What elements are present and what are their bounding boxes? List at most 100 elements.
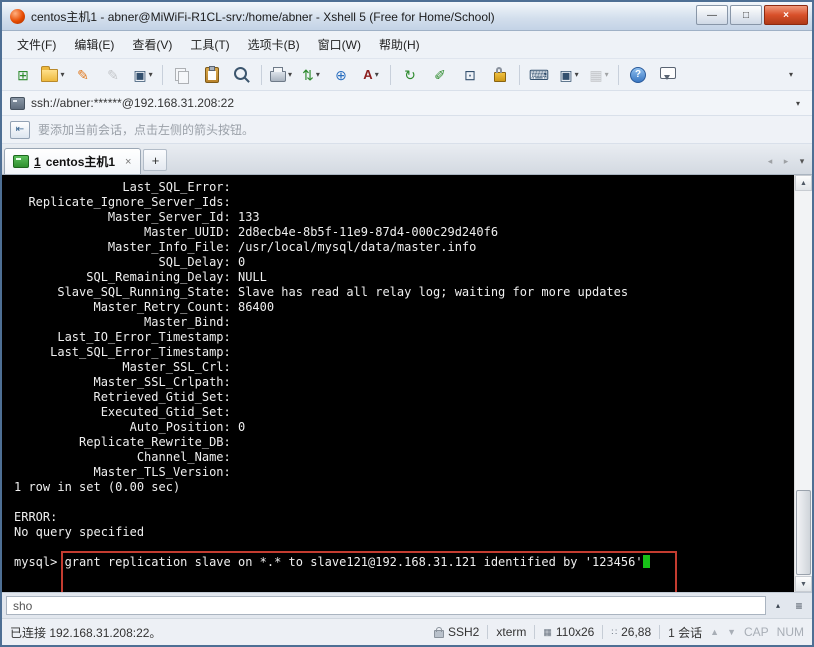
terminal-size-label: 110x26 — [555, 625, 595, 639]
new-session-button[interactable]: ⊞ — [8, 63, 38, 87]
cursor-position-indicator: ∷ 26,88 — [611, 625, 651, 639]
toolbar-separator — [162, 64, 163, 85]
compose-button[interactable]: ✐ — [425, 63, 455, 87]
hamburger-icon: ≡ — [795, 598, 803, 613]
maximize-icon: □ — [742, 9, 750, 21]
terminal-size-indicator: ▦ 110x26 — [543, 625, 594, 639]
find-button[interactable] — [227, 63, 257, 87]
scrollbar-thumb[interactable] — [796, 490, 811, 575]
menu-item-tools[interactable]: 工具(T) — [181, 32, 238, 57]
speech-bubble-icon — [660, 67, 676, 80]
scrollbar-track[interactable] — [795, 191, 812, 576]
window-title: centos主机1 - abner@MiWiFi-R1CL-srv:/home/… — [31, 9, 495, 24]
close-button[interactable]: × — [764, 5, 808, 25]
protocol-label: SSH2 — [448, 625, 480, 639]
new-tab-button[interactable]: + — [143, 149, 168, 171]
chevron-down-icon: ▾ — [604, 69, 609, 79]
keyboard-icon: ⌨ — [528, 66, 550, 83]
tab-scroll-right-button[interactable]: ▸ — [778, 151, 794, 171]
chevron-down-icon: ▾ — [315, 69, 320, 79]
menu-item-edit[interactable]: 编辑(E) — [65, 32, 123, 57]
scrollbar-up-button[interactable]: ▲ — [795, 175, 812, 191]
virtual-keyboard-button[interactable]: ⌨ — [524, 63, 554, 87]
fullscreen-icon: ⊡ — [464, 66, 476, 83]
quickbar-expand-button[interactable]: ▴ — [769, 596, 787, 615]
session-down-button[interactable]: ▼ — [727, 627, 736, 637]
connection-status: 已连接 192.168.31.208:22。 — [10, 625, 162, 640]
add-session-arrow-button[interactable]: ⇤ — [10, 120, 30, 139]
mysql-prompt: mysql> — [14, 555, 65, 569]
terminal[interactable]: Last_SQL_Error: Replicate_Ignore_Server_… — [2, 175, 812, 592]
tile-windows-icon: ▦ — [589, 66, 603, 83]
tab-scroll-left-button[interactable]: ◂ — [762, 151, 778, 171]
scroll-down-icon: ▼ — [800, 580, 807, 588]
web-browser-button[interactable]: ⊕ — [326, 63, 356, 87]
chevron-down-icon: ▾ — [148, 69, 153, 79]
session-icon — [10, 96, 25, 110]
terminal-cursor — [642, 555, 650, 568]
tab-centos-host1[interactable]: 1 centos主机1 × — [4, 148, 142, 174]
toolbar-separator — [261, 64, 262, 85]
session-properties-button[interactable]: ✎ — [68, 63, 98, 87]
tab-bar: 1 centos主机1 × + ◂ ▸ ▾ — [2, 144, 812, 175]
new-window-button[interactable]: ▣ ▾ — [554, 63, 584, 87]
tab-index: 1 — [34, 154, 41, 169]
printer-icon — [269, 67, 286, 82]
quickbar-menu-button[interactable]: ≡ — [790, 596, 808, 615]
font-button[interactable]: A ▾ — [356, 63, 386, 87]
chevron-down-icon: ▾ — [788, 69, 793, 79]
edit-button[interactable]: ✎ — [98, 63, 128, 87]
toolbar-separator — [519, 64, 520, 85]
reconnect-button[interactable]: ↻ — [395, 63, 425, 87]
status-bar-right: SSH2 xterm ▦ 110x26 ∷ 26,88 1 会话 ▲ ▼ CAP N… — [434, 624, 804, 641]
close-icon: × — [783, 9, 789, 21]
status-separator — [659, 625, 661, 639]
terminal-scrollbar[interactable]: ▲ ▼ — [794, 175, 812, 592]
menu-item-help[interactable]: 帮助(H) — [370, 32, 429, 57]
scrollbar-down-button[interactable]: ▼ — [795, 576, 812, 592]
new-window-icon: ▣ — [559, 66, 573, 83]
toolbar-overflow-button[interactable]: ▾ — [776, 63, 806, 87]
menu-bar: 文件(F) 编辑(E) 查看(V) 工具(T) 选项卡(B) 窗口(W) 帮助(… — [2, 31, 812, 59]
transfer-icon: ⇅ — [302, 66, 314, 83]
arrow-left-icon: ⇤ — [15, 124, 25, 135]
menu-item-tab[interactable]: 选项卡(B) — [239, 32, 309, 57]
menu-item-file[interactable]: 文件(F) — [8, 32, 65, 57]
address-dropdown-button[interactable]: ▾ — [792, 99, 804, 108]
paste-button[interactable] — [197, 63, 227, 87]
info-message: 要添加当前会话，点击左侧的箭头按钮。 — [38, 123, 255, 137]
terminal-output: Last_SQL_Error: Replicate_Ignore_Server_… — [14, 180, 629, 539]
terminal-type-label: xterm — [496, 625, 527, 639]
tile-windows-button[interactable]: ▦ ▾ — [584, 63, 614, 87]
arrow-up-icon: ▲ — [710, 627, 720, 637]
terminal-tab-icon — [13, 155, 29, 168]
search-icon — [234, 67, 247, 80]
pencil-icon: ✎ — [107, 66, 119, 83]
tab-list-dropdown-button[interactable]: ▾ — [794, 151, 810, 171]
menu-item-window[interactable]: 窗口(W) — [309, 32, 370, 57]
paste-icon — [205, 65, 219, 83]
feedback-button[interactable] — [653, 63, 683, 87]
session-count-label: 1 会话 — [668, 625, 703, 640]
compose-pencil-icon: ✐ — [434, 66, 446, 83]
menu-item-view[interactable]: 查看(V) — [123, 32, 181, 57]
maximize-button[interactable]: □ — [730, 5, 762, 25]
open-session-button[interactable]: ▾ — [38, 63, 68, 87]
session-up-button[interactable]: ▲ — [710, 627, 719, 637]
address-bar[interactable]: ssh://abner:******@192.168.31.208:22 ▾ — [2, 91, 812, 116]
file-transfer-button[interactable]: ⇅ ▾ — [296, 63, 326, 87]
crayon-icon: ✎ — [77, 66, 89, 83]
copy-button[interactable] — [167, 63, 197, 87]
fullscreen-button[interactable]: ⊡ — [455, 63, 485, 87]
chevron-down-icon: ▾ — [287, 69, 292, 79]
lock-screen-button[interactable] — [485, 63, 515, 87]
minimize-button[interactable]: — — [696, 5, 728, 25]
quick-command-input[interactable] — [6, 596, 766, 615]
print-button[interactable]: ▾ — [266, 63, 296, 87]
open-terminal-button[interactable]: ▣ ▾ — [128, 63, 158, 87]
folder-icon — [41, 66, 59, 82]
chevron-up-icon: ▴ — [775, 601, 780, 610]
help-button[interactable]: ? — [623, 63, 653, 87]
titlebar[interactable]: centos主机1 - abner@MiWiFi-R1CL-srv:/home/… — [2, 2, 812, 31]
tab-close-button[interactable]: × — [124, 156, 132, 168]
